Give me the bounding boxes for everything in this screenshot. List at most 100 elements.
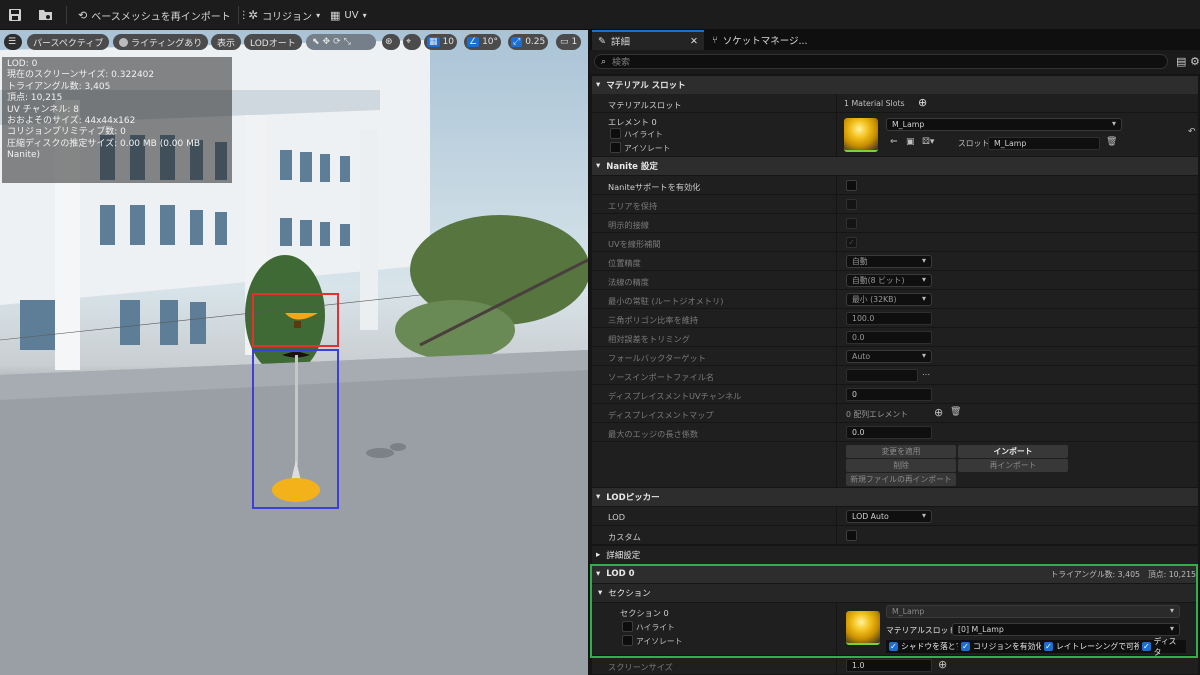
source-import-field[interactable]: [846, 369, 918, 382]
position-precision-value: 自動: [852, 257, 868, 266]
reimport-button[interactable]: 再インポート: [958, 459, 1068, 472]
save-button[interactable]: [8, 6, 22, 24]
category-label: セクション: [608, 589, 651, 599]
camera-speed-button[interactable]: ▭ 1: [556, 34, 582, 50]
reimport-label: ベースメッシュを再インポート: [91, 11, 231, 23]
coord-space-button[interactable]: ⊛: [382, 34, 400, 50]
grid-snap-button[interactable]: ▦ 10: [424, 34, 457, 50]
rotation-snap-value: 10°: [482, 37, 499, 47]
material-slot-combo[interactable]: [0] M_Lamp ▾: [952, 623, 1180, 636]
viewport[interactable]: ☰ パースペクティブ ライティングあり 表示 LODオート ⬉ ✥ ⟳ ⤡ ⊛ ⌖ ▦…: [0, 30, 588, 675]
scale-snap-button[interactable]: ⤢ 0.25: [508, 34, 549, 50]
section-isolate-checkbox[interactable]: [622, 635, 633, 646]
rotation-snap-button[interactable]: ∠ 10°: [464, 34, 502, 50]
row-section-0: セクション 0 ハイライト アイソレート M_Lamp ▾ マテリアルスロット […: [592, 603, 1198, 657]
lerp-uvs-checkbox[interactable]: ✓: [846, 237, 857, 248]
displacement-uv-field[interactable]: 0: [846, 388, 932, 401]
viewport-menu-button[interactable]: ☰: [4, 34, 22, 50]
category-material-slots[interactable]: ▾ マテリアル スロット: [592, 76, 1198, 94]
perspective-button[interactable]: パースペクティブ: [27, 34, 110, 50]
max-edge-field[interactable]: 0.0: [846, 426, 932, 439]
uv-grid-icon: ▦: [330, 8, 341, 22]
collision-icon: ✲: [248, 8, 259, 22]
row-nanite-buttons: 変更を適用 インポート 削除 再インポート 新規ファイルの再インポート: [592, 442, 1198, 488]
trim-error-field[interactable]: 0.0: [846, 331, 932, 344]
raytracing-visible-label: レイトレーシングで可視化: [1056, 642, 1150, 651]
slot-name-field[interactable]: M_Lamp: [988, 137, 1100, 150]
nanite-enable-checkbox[interactable]: [846, 180, 857, 191]
highlight-checkbox[interactable]: [610, 128, 621, 139]
selection-box-red: [252, 293, 339, 347]
lod-label: LOD: [608, 512, 626, 522]
tab-details[interactable]: ✎ 詳細 ✕: [592, 30, 704, 50]
selection-box-blue: [252, 349, 339, 509]
save-icon: [9, 9, 21, 21]
screen-size-field[interactable]: 1.0: [846, 659, 932, 672]
trash-icon[interactable]: 🗑: [1106, 137, 1117, 147]
settings-icon[interactable]: ⚙: [1190, 55, 1200, 68]
category-label: LODピッカー: [606, 493, 660, 503]
material-combo[interactable]: M_Lamp ▾: [886, 118, 1122, 131]
displacement-maps-label: ディスプレイスメントマップ: [608, 410, 714, 420]
stat-screen-size: 現在のスクリーンサイズ: 0.322402: [7, 70, 155, 81]
lighting-button[interactable]: ライティングあり: [113, 34, 209, 50]
row-preserve-area: エリアを保持: [592, 195, 1198, 214]
add-slot-icon[interactable]: ⊕: [918, 96, 927, 109]
close-icon[interactable]: ✕: [690, 36, 698, 47]
delete-button[interactable]: 削除: [846, 459, 956, 472]
distance-field-checkbox[interactable]: ✓ ディスタ: [1139, 637, 1186, 657]
add-element-icon[interactable]: ⊕: [934, 406, 943, 419]
isolate-checkbox[interactable]: [610, 142, 621, 153]
apply-changes-button[interactable]: 変更を適用: [846, 445, 956, 458]
section-material-combo[interactable]: M_Lamp ▾: [886, 605, 1180, 618]
explicit-tangents-checkbox[interactable]: [846, 218, 857, 229]
reset-icon[interactable]: ↶: [1188, 127, 1196, 137]
import-button[interactable]: インポート: [958, 445, 1068, 458]
keep-triangle-field[interactable]: 100.0: [846, 312, 932, 325]
section-highlight-checkbox[interactable]: [622, 621, 633, 632]
min-residency-combo[interactable]: 最小 (32KB) ▾: [846, 293, 932, 306]
stat-triangles: トライアングル数: 3,405: [7, 81, 111, 92]
category-lod-picker[interactable]: ▾ LODピッカー: [592, 488, 1198, 506]
browse-button[interactable]: [38, 6, 54, 24]
show-button[interactable]: 表示: [211, 34, 242, 50]
trash-icon[interactable]: 🗑: [950, 407, 961, 417]
add-icon[interactable]: ⊕: [938, 658, 947, 671]
material-thumbnail[interactable]: [844, 118, 878, 152]
rotate-icon: ⟳: [333, 37, 341, 47]
surface-snap-button[interactable]: ⌖: [403, 34, 421, 50]
browse-asset-icon[interactable]: ▣: [906, 137, 915, 147]
fallback-target-combo[interactable]: Auto ▾: [846, 350, 932, 363]
grid-icon: ▦: [427, 37, 440, 47]
move-icon: ✥: [322, 37, 331, 47]
cast-shadow-checkbox[interactable]: ✓ シャドウを落とす: [886, 640, 967, 653]
transform-tools[interactable]: ⬉ ✥ ⟳ ⤡: [306, 34, 376, 50]
chevron-down-icon: ▾: [921, 294, 926, 303]
preserve-area-checkbox[interactable]: [846, 199, 857, 210]
category-nanite[interactable]: ▾ Nanite 設定: [592, 157, 1198, 175]
lod-combo[interactable]: LOD Auto ▾: [846, 510, 932, 523]
enable-collision-checkbox[interactable]: ✓ コリジョンを有効化: [958, 640, 1047, 653]
position-precision-combo[interactable]: 自動 ▾: [846, 255, 932, 268]
lit-sphere-icon: [119, 37, 128, 47]
uv-menu[interactable]: ▦ UV ▾: [330, 6, 367, 24]
tab-socket-manager[interactable]: ⑂ ソケットマネージ...: [706, 30, 826, 50]
material-options-icon[interactable]: ⚄▾: [922, 137, 934, 147]
category-advanced[interactable]: ▸ 詳細設定: [592, 546, 1198, 564]
normal-precision-combo[interactable]: 自動(8 ビット) ▾: [846, 274, 932, 287]
use-selected-icon[interactable]: ⇐: [890, 137, 898, 147]
more-horiz-icon[interactable]: ⋯: [922, 370, 930, 379]
view-options-icon[interactable]: ▤: [1176, 55, 1186, 68]
raytracing-visible-checkbox[interactable]: ✓ レイトレーシングで可視化: [1041, 640, 1153, 653]
reimport-new-file-button[interactable]: 新規ファイルの再インポート: [846, 473, 956, 486]
category-lod0[interactable]: ▾ LOD 0 トライアングル数: 3,405 頂点: 10,215: [592, 565, 1198, 583]
section-material-thumbnail[interactable]: [846, 611, 880, 645]
reimport-base-mesh-button[interactable]: ⟲ ベースメッシュを再インポート ⋮: [78, 6, 249, 24]
lod-auto-button[interactable]: LODオート: [244, 34, 302, 50]
search-icon: ⌕: [601, 56, 607, 67]
category-sections[interactable]: ▾ セクション: [592, 584, 1198, 602]
custom-checkbox[interactable]: [846, 530, 857, 541]
search-input[interactable]: ⌕ 検索: [594, 54, 1168, 69]
collision-menu[interactable]: ✲ コリジョン ▾: [248, 6, 320, 24]
import-label: インポート: [993, 447, 1033, 456]
